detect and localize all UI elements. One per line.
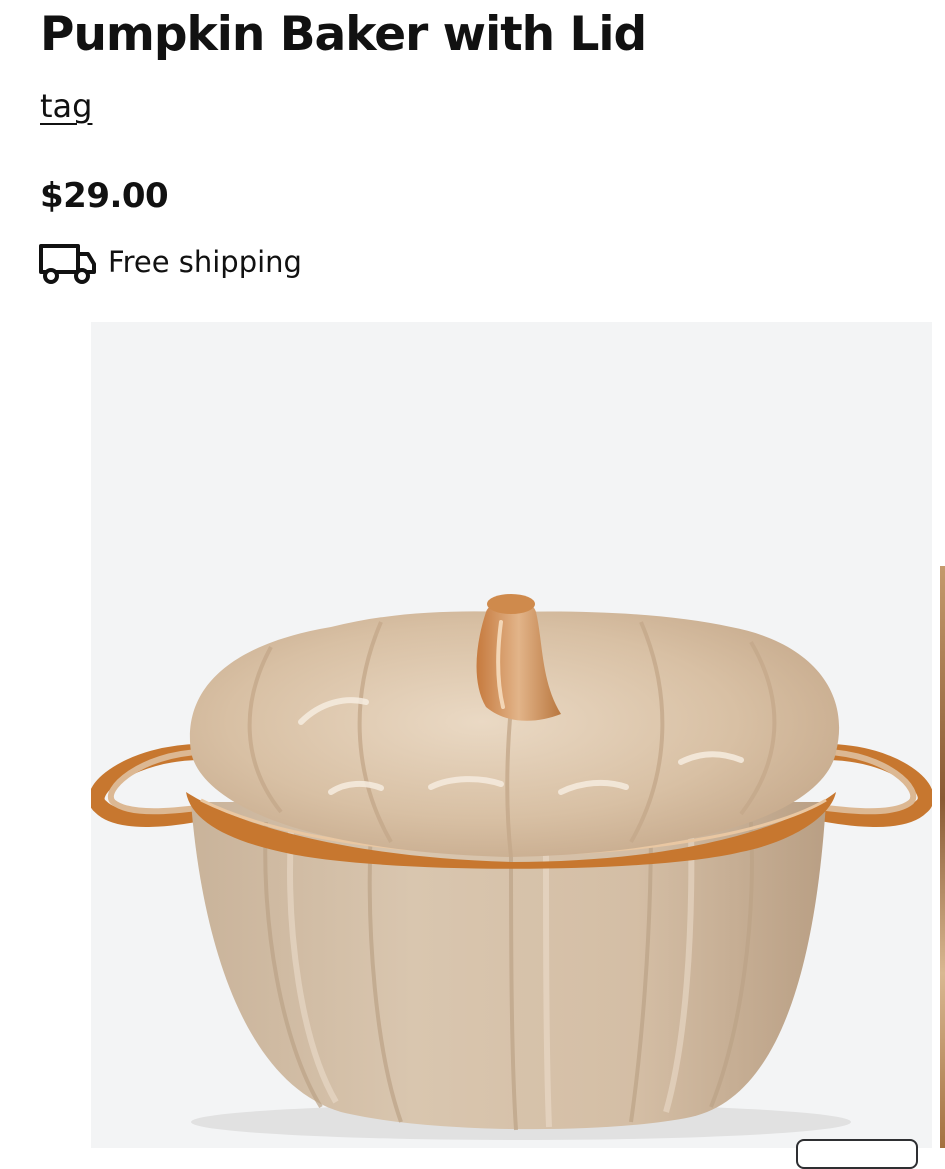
shipping-label: Free shipping — [108, 245, 302, 279]
product-title: Pumpkin Baker with Lid — [40, 7, 647, 62]
product-price: $29.00 — [40, 176, 169, 216]
truck-icon — [39, 244, 96, 284]
brand-link[interactable]: tag — [40, 84, 92, 128]
next-image-peek[interactable] — [940, 566, 945, 1148]
image-overlay-button[interactable] — [796, 1139, 918, 1169]
pumpkin-baker-illustration — [91, 594, 932, 1140]
shipping-info: Free shipping — [38, 238, 302, 286]
product-image[interactable] — [91, 322, 932, 1148]
